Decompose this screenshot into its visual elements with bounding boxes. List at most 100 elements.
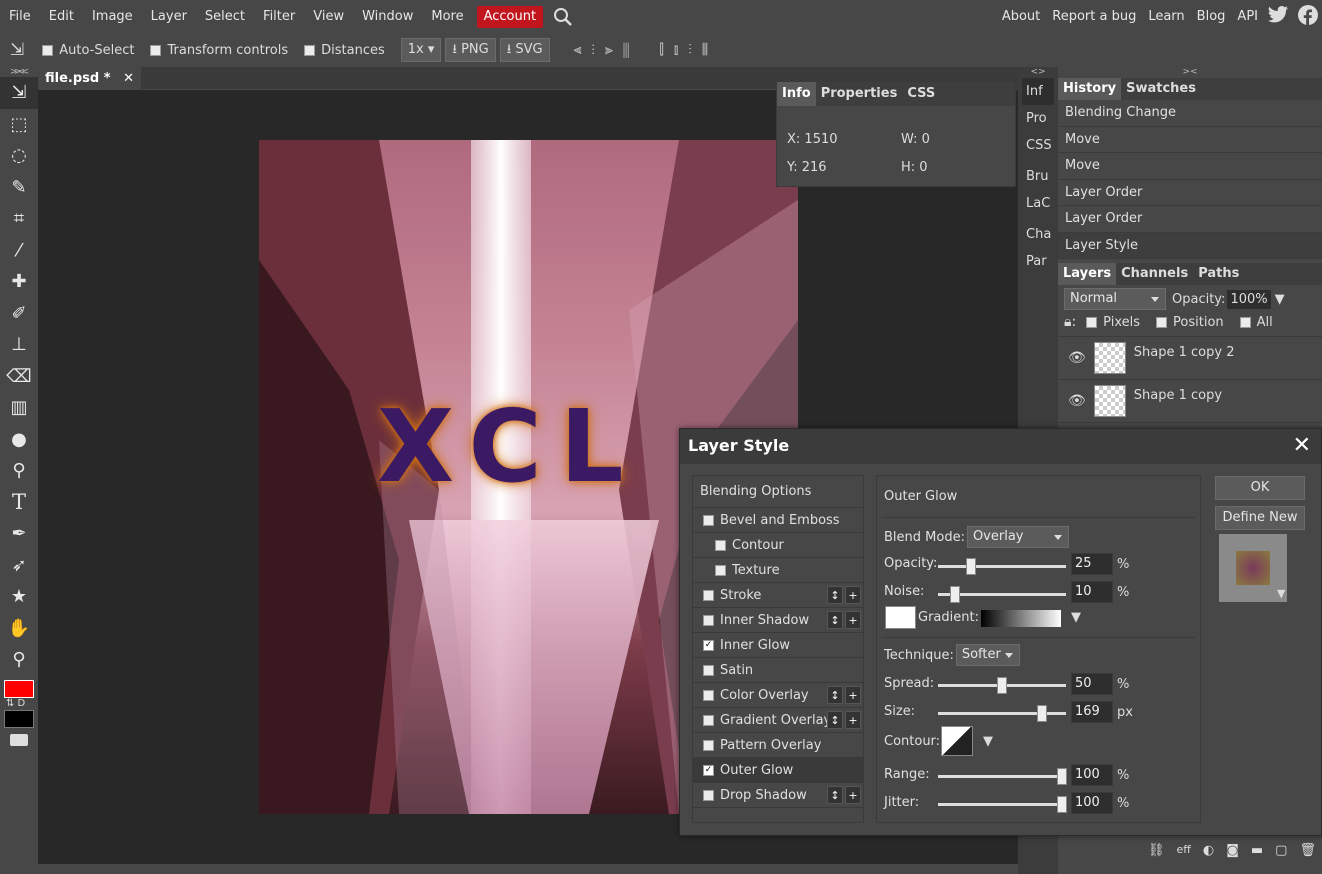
zoom-tool-icon[interactable]: ⚲ <box>0 644 38 676</box>
folder-icon[interactable]: ▬ <box>1251 843 1263 858</box>
eraser-tool-icon[interactable]: ⌫ <box>0 361 38 393</box>
add-icon[interactable]: + <box>845 586 861 604</box>
background-color[interactable] <box>4 709 34 728</box>
add-icon[interactable]: + <box>845 686 861 704</box>
brush-tool-icon[interactable]: ✐ <box>0 298 38 330</box>
link-icon[interactable]: ⛓ <box>1148 843 1165 858</box>
style-contour[interactable]: Contour <box>693 533 863 558</box>
history-item[interactable]: Layer Order <box>1058 206 1322 233</box>
lock-all-checkbox[interactable]: All <box>1239 315 1273 330</box>
add-icon[interactable]: + <box>845 611 861 629</box>
style-satin[interactable]: Satin <box>693 658 863 683</box>
adjustment-icon[interactable]: ◐ <box>1203 843 1214 858</box>
zoom-select[interactable]: 1x ▾ <box>400 38 442 62</box>
add-icon[interactable]: + <box>845 786 861 804</box>
reorder-icon[interactable]: ↕ <box>827 711 843 729</box>
menu-more[interactable]: More <box>422 0 472 33</box>
quick-select-tool-icon[interactable]: ✎ <box>0 172 38 204</box>
history-item[interactable]: Move <box>1058 153 1322 180</box>
foreground-color[interactable] <box>4 679 34 698</box>
tab-info[interactable]: Info <box>777 82 816 106</box>
style-blending-options[interactable]: Blending Options <box>693 476 863 508</box>
style-bevel-emboss[interactable]: Bevel and Emboss <box>693 508 863 533</box>
layer-row[interactable]: 👁︎ Shape 1 copy <box>1058 380 1322 423</box>
tab-swatches[interactable]: Swatches <box>1121 78 1201 100</box>
style-texture[interactable]: Texture <box>693 558 863 583</box>
document-tab[interactable]: file.psd * ✕ <box>38 67 141 90</box>
size-slider[interactable] <box>938 705 1066 722</box>
align-icons[interactable]: ⫷⫶⫸⫼ <box>574 42 640 58</box>
style-inner-glow[interactable]: ✓ Inner Glow <box>693 633 863 658</box>
strip-layer-comps[interactable]: LaC <box>1018 190 1058 217</box>
text-tool-icon[interactable]: T <box>0 487 38 519</box>
shape-tool-icon[interactable]: ★ <box>0 581 38 613</box>
menu-select[interactable]: Select <box>196 0 254 33</box>
glow-color-swatch[interactable] <box>885 606 916 629</box>
range-input[interactable]: 100 <box>1071 764 1113 786</box>
gradient-tool-icon[interactable]: ▥ <box>0 392 38 424</box>
close-icon[interactable]: ✕ <box>1293 429 1311 463</box>
contour-preview[interactable] <box>941 726 973 756</box>
menu-layer[interactable]: Layer <box>142 0 196 33</box>
collapse-icon[interactable]: <> <box>1018 67 1058 78</box>
spread-input[interactable]: 50 <box>1071 673 1113 695</box>
style-gradient-overlay[interactable]: Gradient Overlay ↕ + <box>693 708 863 733</box>
history-item[interactable]: Layer Style <box>1058 232 1322 259</box>
distribute-icons[interactable]: ⫿⫾⫶⫼ <box>659 42 718 58</box>
style-color-overlay[interactable]: Color Overlay ↕ + <box>693 683 863 708</box>
distances-checkbox[interactable]: Distances <box>304 43 385 58</box>
chevron-down-icon[interactable]: ▼ <box>1275 292 1285 307</box>
menu-edit[interactable]: Edit <box>40 0 83 33</box>
tab-channels[interactable]: Channels <box>1116 263 1193 285</box>
auto-select-checkbox[interactable]: Auto-Select <box>42 43 134 58</box>
reorder-icon[interactable]: ↕ <box>827 786 843 804</box>
reorder-icon[interactable]: ↕ <box>827 611 843 629</box>
pen-tool-icon[interactable]: ✒ <box>0 518 38 550</box>
menu-window[interactable]: Window <box>353 0 422 33</box>
noise-slider[interactable] <box>938 586 1066 603</box>
blur-tool-icon[interactable]: ● <box>0 424 38 456</box>
transform-controls-checkbox[interactable]: Transform controls <box>150 43 288 58</box>
strip-properties[interactable]: Pro <box>1018 105 1058 132</box>
reorder-icon[interactable]: ↕ <box>827 686 843 704</box>
spread-knob[interactable] <box>997 677 1007 694</box>
blend-mode-select[interactable]: Overlay <box>966 526 1069 548</box>
eye-icon[interactable]: 👁︎ <box>1068 393 1086 409</box>
move-tool-icon[interactable]: ⇲ <box>0 77 38 109</box>
strip-paragraph[interactable]: Par <box>1018 248 1058 275</box>
ok-button[interactable]: OK <box>1215 476 1305 500</box>
layer-opacity-input[interactable]: 100% <box>1227 289 1271 309</box>
lasso-tool-icon[interactable]: ◌ <box>0 140 38 172</box>
lock-position-checkbox[interactable]: Position <box>1156 315 1224 330</box>
tab-properties[interactable]: Properties <box>816 82 903 106</box>
history-item[interactable]: Layer Order <box>1058 180 1322 206</box>
history-item[interactable]: Blending Change <box>1058 100 1322 127</box>
opacity-slider[interactable] <box>938 558 1066 575</box>
export-png-button[interactable]: ⭳ PNG <box>445 38 496 62</box>
path-select-tool-icon[interactable]: ➶ <box>0 550 38 582</box>
collapse-icon[interactable]: >< <box>1058 67 1322 78</box>
camera-icon[interactable] <box>10 733 28 746</box>
menu-api[interactable]: API <box>1231 0 1264 33</box>
spread-slider[interactable] <box>938 677 1066 694</box>
define-new-button[interactable]: Define New <box>1215 506 1305 530</box>
style-inner-shadow[interactable]: Inner Shadow ↕ + <box>693 608 863 633</box>
eyedropper-tool-icon[interactable]: ⁄ <box>0 235 38 267</box>
search-icon[interactable] <box>553 7 573 27</box>
reorder-icon[interactable]: ↕ <box>827 586 843 604</box>
tab-layers[interactable]: Layers <box>1058 263 1117 285</box>
menu-file[interactable]: File <box>0 0 40 33</box>
lock-pixels-checkbox[interactable]: Pixels <box>1086 315 1140 330</box>
size-knob[interactable] <box>1037 705 1047 722</box>
menu-image[interactable]: Image <box>83 0 142 33</box>
size-input[interactable]: 169 <box>1071 701 1113 723</box>
trash-icon[interactable]: 🗑︎ <box>1299 843 1316 858</box>
swap-default-colors[interactable]: ⇅ D <box>0 698 38 710</box>
mask-icon[interactable]: ◙ <box>1226 843 1239 858</box>
strip-info[interactable]: Inf <box>1022 78 1054 105</box>
strip-css[interactable]: CSS <box>1018 132 1058 159</box>
menu-report-bug[interactable]: Report a bug <box>1046 0 1142 33</box>
crop-tool-icon[interactable]: ⌗ <box>0 203 38 235</box>
chevron-down-icon[interactable]: ▼ <box>983 734 993 749</box>
layer-row[interactable]: 👁︎ Shape 1 copy 2 <box>1058 337 1322 380</box>
